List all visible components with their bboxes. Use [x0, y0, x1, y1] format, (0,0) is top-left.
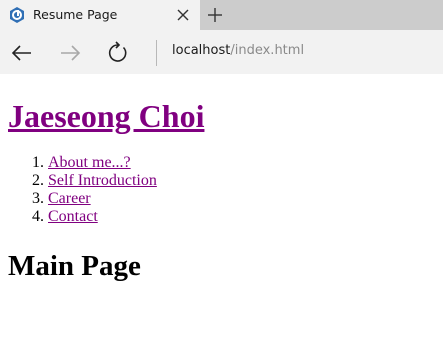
- list-item: Contact: [48, 208, 157, 226]
- tab-bar: Resume Page: [0, 0, 443, 30]
- plus-icon[interactable]: [206, 6, 224, 24]
- forward-arrow-icon[interactable]: [58, 41, 82, 65]
- edge-logo-icon: [10, 7, 24, 23]
- address-separator: [156, 40, 157, 66]
- link-self-introduction[interactable]: Self Introduction: [48, 172, 157, 189]
- link-career[interactable]: Career: [48, 190, 91, 207]
- link-contact[interactable]: Contact: [48, 208, 98, 225]
- heading-link[interactable]: Jaeseong Choi: [8, 98, 204, 134]
- page-nav-list: About me...? Self Introduction Career Co…: [8, 154, 157, 226]
- list-item: Self Introduction: [48, 172, 157, 190]
- tab-active[interactable]: Resume Page: [0, 0, 200, 30]
- address-path: /index.html: [230, 43, 305, 58]
- list-item: Career: [48, 190, 157, 208]
- address-host: localhost: [172, 43, 231, 58]
- address-bar[interactable]: localhost/index.html: [172, 43, 304, 58]
- page-heading: Jaeseong Choi: [8, 96, 204, 136]
- main-title: Main Page: [8, 250, 141, 282]
- tab-title: Resume Page: [33, 7, 118, 22]
- page-content: Jaeseong Choi About me...? Self Introduc…: [0, 74, 443, 340]
- back-arrow-icon[interactable]: [10, 41, 34, 65]
- link-about-me[interactable]: About me...?: [48, 154, 131, 171]
- browser-window: Resume Page localhost/index.html Jaeseon…: [0, 0, 443, 340]
- list-item: About me...?: [48, 154, 157, 172]
- close-icon[interactable]: [176, 8, 190, 22]
- refresh-icon[interactable]: [106, 41, 130, 65]
- navigation-bar: localhost/index.html: [0, 30, 443, 74]
